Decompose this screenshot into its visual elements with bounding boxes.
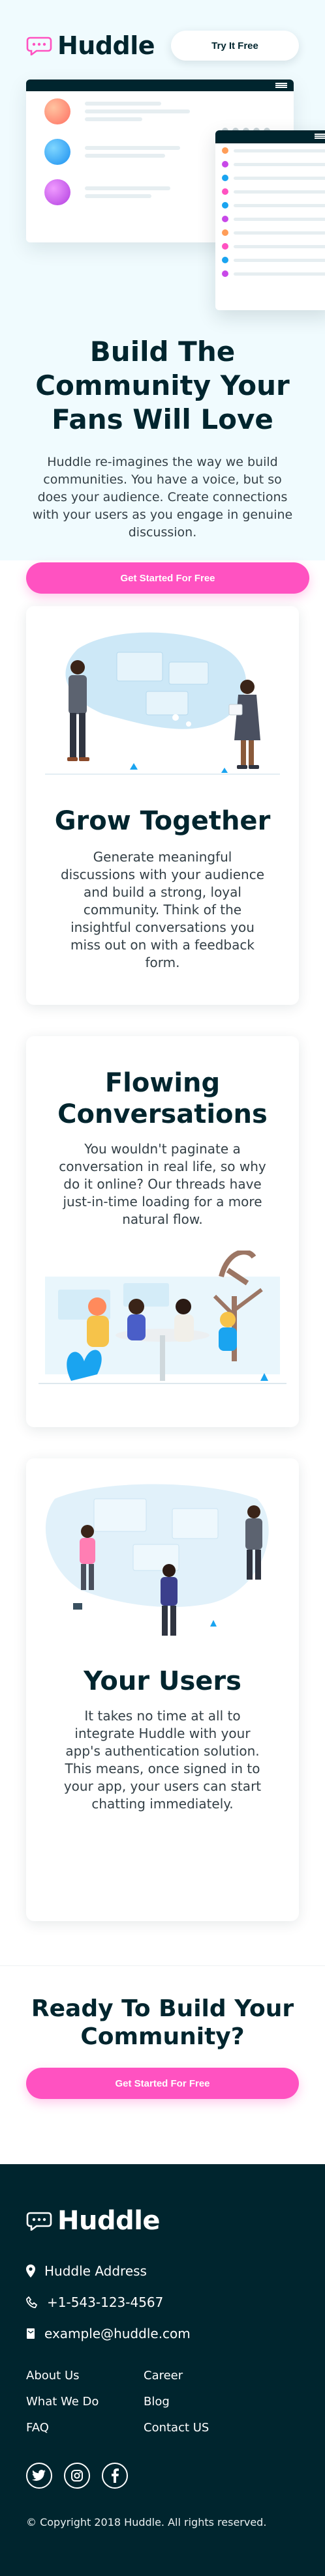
hero-mockup-illustration bbox=[26, 80, 325, 327]
avatar bbox=[44, 179, 70, 205]
flowing-conversations-illustration bbox=[39, 1251, 286, 1384]
feature-card-your-users: Your Users It takes no time at all to in… bbox=[26, 1458, 299, 1921]
get-started-button[interactable]: Get Started For Free bbox=[26, 562, 309, 594]
cta-section: Ready To Build Your Community? Get Start… bbox=[0, 1965, 325, 2164]
twitter-icon[interactable] bbox=[26, 2463, 52, 2489]
contact-address: Huddle Address bbox=[26, 2255, 299, 2287]
feature-card-grow-together: Grow Together Generate meaningful discus… bbox=[26, 606, 299, 1005]
address-text: Huddle Address bbox=[44, 2263, 147, 2279]
your-users-illustration bbox=[45, 1484, 269, 1636]
link-about-us[interactable]: About Us bbox=[26, 2367, 144, 2384]
link-contact-us[interactable]: Contact US bbox=[144, 2420, 261, 2437]
feature-description: Generate meaningful discussions with you… bbox=[60, 849, 264, 970]
link-blog[interactable]: Blog bbox=[144, 2394, 261, 2410]
menu-icon bbox=[315, 134, 325, 139]
logo-text: Huddle bbox=[57, 31, 155, 60]
social-links bbox=[26, 2463, 299, 2489]
phone-icon bbox=[26, 2296, 38, 2308]
copyright: © Copyright 2018 Huddle. All rights rese… bbox=[26, 2516, 267, 2528]
cta-title: Ready To Build Your Community? bbox=[31, 1995, 294, 2050]
link-career[interactable]: Career bbox=[144, 2367, 261, 2384]
logo[interactable]: Huddle bbox=[26, 31, 155, 60]
chat-bubble-logo-icon bbox=[26, 36, 52, 55]
feature-description: You wouldn't paginate a conversation in … bbox=[59, 1141, 266, 1227]
feature-title: Grow Together bbox=[54, 806, 271, 836]
hero-section: Huddle Try It Free Build The Community Y… bbox=[0, 0, 325, 594]
contact-phone: +1-543-123-4567 bbox=[26, 2287, 299, 2318]
feature-description: It takes no time at all to integrate Hud… bbox=[63, 1708, 262, 1812]
contact-email: example@huddle.com bbox=[26, 2318, 299, 2349]
feature-title: Your Users bbox=[84, 1666, 241, 1696]
try-it-free-button[interactable]: Try It Free bbox=[171, 31, 299, 61]
email-icon bbox=[27, 2328, 35, 2339]
footer-links: About Us Career What We Do Blog FAQ Cont… bbox=[26, 2367, 299, 2437]
mobile-mockup bbox=[215, 130, 325, 310]
logo-text: Huddle bbox=[57, 2206, 161, 2236]
avatar bbox=[44, 139, 70, 165]
facebook-icon[interactable] bbox=[102, 2463, 128, 2489]
menu-icon bbox=[275, 83, 287, 88]
footer-logo[interactable]: Huddle bbox=[26, 2206, 299, 2236]
features-section: Grow Together Generate meaningful discus… bbox=[0, 560, 325, 1947]
link-what-we-do[interactable]: What We Do bbox=[26, 2394, 144, 2410]
chat-bubble-logo-icon bbox=[26, 2212, 52, 2231]
grow-together-illustration bbox=[45, 632, 280, 775]
footer: Huddle Huddle Address +1-543-123-4567 ex… bbox=[0, 2164, 325, 2576]
hero-title: Build The Community Your Fans Will Love bbox=[35, 336, 290, 435]
feature-title: Flowing Conversations bbox=[57, 1068, 268, 1129]
hero-description: Huddle re-imagines the way we build comm… bbox=[32, 455, 293, 540]
link-faq[interactable]: FAQ bbox=[26, 2420, 144, 2437]
feature-card-flowing-conversations: Flowing Conversations You wouldn't pagin… bbox=[26, 1036, 299, 1427]
instagram-icon[interactable] bbox=[64, 2463, 90, 2489]
location-pin-icon bbox=[26, 2265, 35, 2278]
avatar bbox=[44, 98, 70, 124]
top-navbar: Huddle Try It Free bbox=[26, 26, 299, 65]
phone-text[interactable]: +1-543-123-4567 bbox=[47, 2294, 163, 2310]
get-started-button[interactable]: Get Started For Free bbox=[26, 2068, 299, 2099]
contact-list: Huddle Address +1-543-123-4567 example@h… bbox=[26, 2255, 299, 2349]
email-text[interactable]: example@huddle.com bbox=[44, 2326, 191, 2341]
